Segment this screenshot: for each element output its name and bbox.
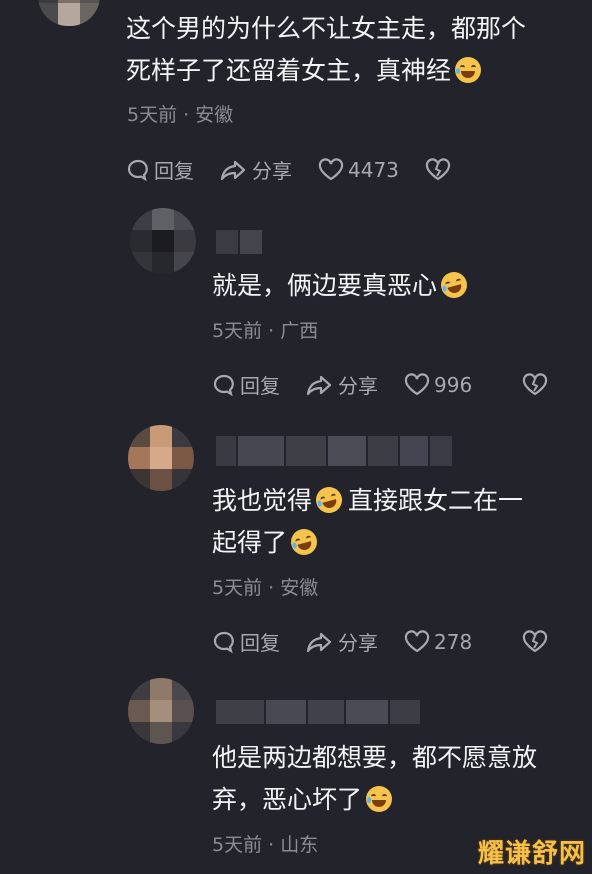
comment-line: 就是，俩边要真恶心 <box>212 265 470 307</box>
comment-meta: 5天前 · 山东 <box>212 834 319 856</box>
comment-actions: 回复 分享 4473 <box>126 155 481 184</box>
comment-line: 死样子了还留着女主，真神经 <box>126 50 526 92</box>
reply-button[interactable]: 回复 <box>212 370 280 399</box>
comment-meta: 5天前 · 安徽 <box>212 577 319 599</box>
grinning-sweat-emoji-icon <box>455 57 482 83</box>
comment-actions: 回复 分享 278 <box>212 627 578 656</box>
broken-heart-icon <box>523 372 548 395</box>
share-arrow-icon <box>306 375 332 395</box>
share-button[interactable]: 分享 <box>306 627 378 656</box>
like-button[interactable]: 996 <box>404 373 472 397</box>
reply-button[interactable]: 回复 <box>126 155 194 184</box>
username-blurred[interactable] <box>216 700 422 724</box>
grinning-sweat-emoji-icon <box>366 786 393 812</box>
like-button[interactable]: 278 <box>404 630 472 654</box>
dislike-button[interactable] <box>522 372 552 397</box>
share-arrow-icon <box>220 160 246 180</box>
comment-line: 这个男的为什么不让女主走，都那个 <box>126 14 527 43</box>
laughing-tears-emoji-icon <box>313 484 345 516</box>
like-button[interactable]: 4473 <box>318 158 399 182</box>
reply-bubble-icon <box>213 631 234 653</box>
comment-line: 起得了 <box>212 522 523 564</box>
comment-text: 就是，俩边要真恶心 <box>212 265 470 307</box>
laughing-tears-emoji-icon <box>438 269 470 301</box>
comment-text: 他是两边都想要，都不愿意放 弃，恶心坏了 <box>212 737 537 821</box>
heart-icon <box>318 157 344 180</box>
username-blurred[interactable] <box>216 436 454 466</box>
comment-actions: 回复 分享 996 <box>212 370 578 399</box>
reply-bubble-icon <box>127 159 148 181</box>
dislike-button[interactable] <box>425 157 455 182</box>
laughing-tears-emoji-icon <box>288 526 320 558</box>
heart-icon <box>404 629 430 652</box>
avatar[interactable] <box>38 0 100 26</box>
avatar[interactable] <box>128 425 194 491</box>
comment-meta: 5天前 · 广西 <box>212 320 319 342</box>
comment-line: 我也觉得 直接跟女二在一 <box>212 484 524 516</box>
comment-text: 这个男的为什么不让女主走，都那个 死样子了还留着女主，真神经 <box>126 8 526 92</box>
comment-line: 他是两边都想要，都不愿意放 <box>212 743 538 772</box>
broken-heart-icon <box>523 629 548 652</box>
share-button[interactable]: 分享 <box>220 155 292 184</box>
share-button[interactable]: 分享 <box>306 370 378 399</box>
comment-meta: 5天前 · 安徽 <box>127 104 234 126</box>
avatar[interactable] <box>130 208 196 274</box>
comment-text: 我也觉得 直接跟女二在一 起得了 <box>212 480 523 564</box>
reply-button[interactable]: 回复 <box>212 627 280 656</box>
reply-bubble-icon <box>213 374 234 396</box>
heart-icon <box>404 372 430 395</box>
comment-line: 弃，恶心坏了 <box>212 779 537 821</box>
username-blurred[interactable] <box>216 230 264 254</box>
avatar[interactable] <box>128 678 194 744</box>
watermark: 耀谦舒网 <box>477 839 586 869</box>
dislike-button[interactable] <box>522 629 552 654</box>
share-arrow-icon <box>306 632 332 652</box>
broken-heart-icon <box>425 157 451 180</box>
